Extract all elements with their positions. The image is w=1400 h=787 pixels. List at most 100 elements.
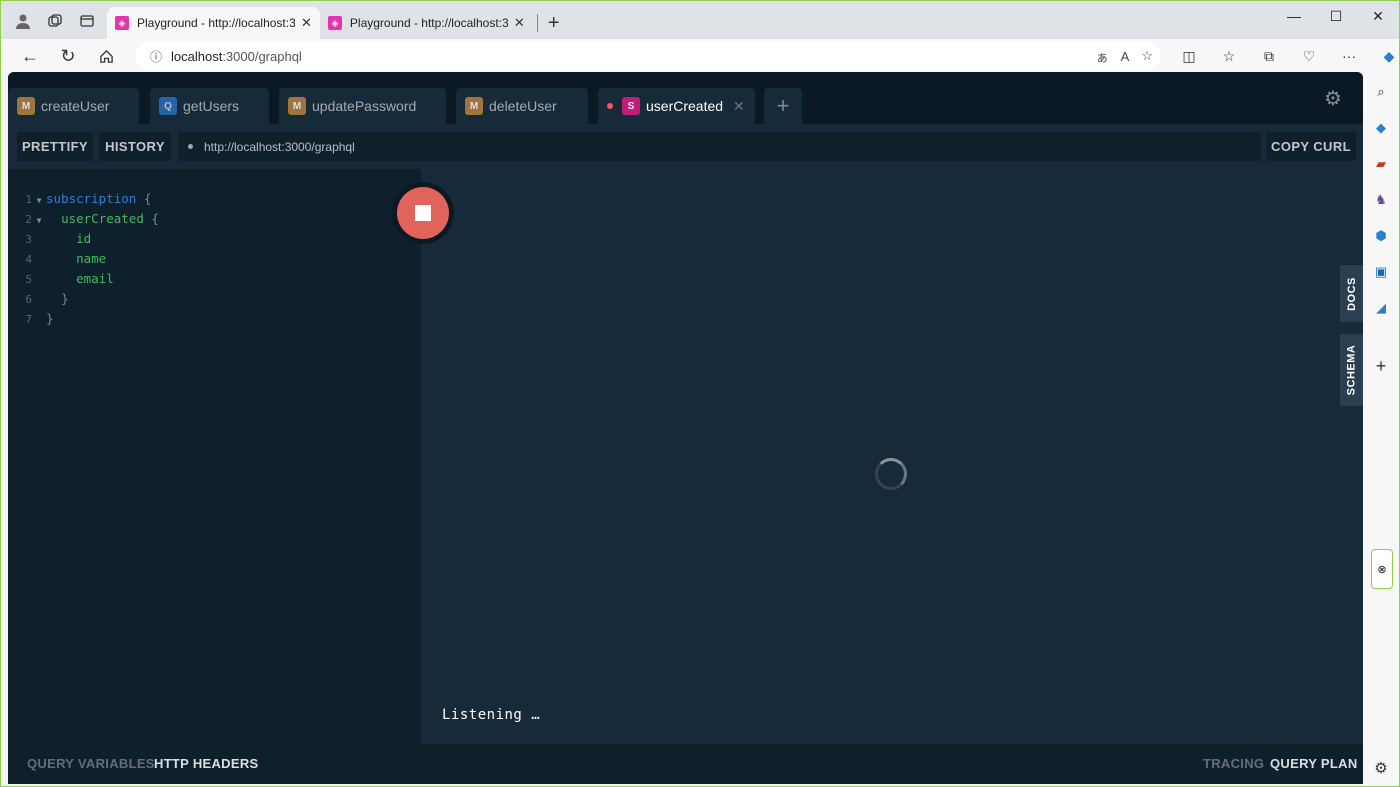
url-field[interactable]: ⓘ localhost:3000/graphql ぁ A ☆ [135, 42, 1161, 70]
shopping-icon[interactable]: ◆ [1372, 119, 1390, 137]
sidebar-settings-icon[interactable]: ⚙ [1372, 759, 1390, 777]
endpoint-url: http://localhost:3000/graphql [204, 139, 355, 154]
fold-icon[interactable]: ▼ [32, 191, 46, 211]
line-number: 5 [25, 273, 32, 286]
code-line: 2 ▼ userCreated { [8, 209, 159, 229]
tab-actions-icon[interactable] [71, 5, 103, 37]
endpoint-input[interactable]: http://localhost:3000/graphql [178, 132, 1261, 161]
brace: } [61, 291, 69, 306]
favorites-icon[interactable]: ☆ [1209, 48, 1249, 65]
code-line: 3 id [8, 229, 91, 249]
extension-badge-icon[interactable]: ⊗ [1371, 549, 1393, 589]
add-tab-icon[interactable]: + [764, 88, 802, 124]
connection-dot [188, 144, 193, 149]
profile-icon[interactable] [7, 5, 39, 37]
stop-subscription-button[interactable] [392, 182, 454, 244]
close-icon[interactable]: ✕ [733, 98, 745, 115]
line-number: 4 [25, 253, 32, 266]
line-number: 2 [25, 213, 32, 226]
mutation-badge: M [465, 97, 483, 115]
query-editor[interactable]: 1 ▼ subscription { 2 ▼ userCreated { 3 id 4… [8, 169, 421, 744]
line-number: 6 [25, 293, 32, 306]
favorite-star-icon[interactable]: ☆ [1141, 48, 1153, 64]
translate-icon[interactable]: ぁ [1096, 47, 1109, 66]
mutation-badge: M [288, 97, 306, 115]
url-host: localhost [171, 48, 223, 64]
tab-updatePassword[interactable]: M updatePassword [279, 88, 446, 124]
listening-status: Listening … [442, 707, 541, 723]
workspaces-icon[interactable] [39, 5, 71, 37]
mutation-badge: M [17, 97, 35, 115]
games-icon[interactable]: ♞ [1372, 191, 1390, 209]
address-bar: ← ↻ ⓘ localhost:3000/graphql ぁ A ☆ ◫ ☆ ⧉… [1, 39, 1399, 73]
site-info-icon[interactable]: ⓘ [141, 48, 171, 65]
split-screen-icon[interactable]: ◫ [1169, 48, 1209, 65]
tab-createUser[interactable]: M createUser [8, 88, 139, 124]
line-number: 1 [25, 193, 32, 206]
settings-gear-icon[interactable]: ⚙ [1324, 86, 1342, 111]
code-line: 6 } [8, 289, 69, 309]
tracing-tab[interactable]: TRACING [1203, 756, 1264, 771]
docs-tab[interactable]: DOCS [1340, 265, 1363, 322]
prettify-button[interactable]: PRETTIFY [17, 132, 93, 161]
query-plan-tab[interactable]: QUERY PLAN [1270, 756, 1358, 771]
window-controls: — ☐ ✕ [1273, 1, 1399, 31]
code-line: 1 ▼ subscription { [8, 189, 151, 209]
window-close-icon[interactable]: ✕ [1357, 1, 1399, 31]
stop-icon [415, 205, 431, 221]
search-icon[interactable]: ⌕ [1372, 83, 1390, 101]
query-variables-tab[interactable]: QUERY VARIABLES [27, 756, 155, 771]
docs-label: DOCS [1345, 276, 1358, 311]
read-aloud-icon[interactable]: A [1121, 49, 1130, 64]
loading-spinner-icon [875, 458, 907, 490]
more-options-icon[interactable]: ··· [1329, 48, 1369, 64]
http-headers-tab[interactable]: HTTP HEADERS [154, 756, 258, 771]
graphql-favicon-icon: ◈ [327, 16, 342, 30]
brace: { [151, 211, 159, 226]
browser-essentials-icon[interactable]: ♡ [1289, 48, 1329, 65]
close-tab-icon[interactable]: ✕ [301, 15, 312, 31]
graphql-playground: M createUser Q getUsers M updatePassword… [8, 72, 1363, 784]
schema-tab[interactable]: SCHEMA [1340, 334, 1363, 406]
history-button[interactable]: HISTORY [99, 132, 171, 161]
tab-deleteUser[interactable]: M deleteUser [456, 88, 588, 124]
maximize-icon[interactable]: ☐ [1315, 1, 1357, 31]
home-icon[interactable] [87, 41, 125, 71]
code-line: 5 email [8, 269, 113, 289]
tab-separator [536, 14, 538, 32]
back-icon[interactable]: ← [11, 41, 49, 71]
bottom-drawer-bar: QUERY VARIABLES HTTP HEADERS TRACING QUE… [8, 744, 1363, 784]
drop-icon[interactable]: ◢ [1372, 299, 1390, 317]
tab-label: createUser [41, 98, 110, 114]
close-tab-icon[interactable]: ✕ [514, 15, 525, 31]
schema-label: SCHEMA [1345, 344, 1358, 396]
stop-button-circle [397, 187, 449, 239]
fold-icon[interactable]: ▼ [32, 211, 46, 231]
collections-icon[interactable]: ⧉ [1249, 48, 1289, 65]
browser-tab-title: Playground - http://localhost:300 [137, 16, 295, 30]
browser-actions: ◫ ☆ ⧉ ♡ ··· ◆ [1169, 39, 1399, 73]
code-line: 7} [8, 309, 53, 329]
tab-label: userCreated [646, 98, 724, 114]
tools-icon[interactable]: ▰ [1372, 155, 1390, 173]
tab-label: deleteUser [489, 98, 557, 114]
browser-tab-active[interactable]: ◈ Playground - http://localhost:300 ✕ [107, 7, 320, 39]
browser-tab[interactable]: ◈ Playground - http://localhost:300 ✕ [320, 7, 533, 39]
microsoft-365-icon[interactable]: ⬢ [1372, 227, 1390, 245]
result-panel: Listening … [421, 169, 1363, 744]
tab-label: updatePassword [312, 98, 417, 114]
add-sidebar-app-icon[interactable]: + [1372, 356, 1390, 376]
playground-tab-bar: M createUser Q getUsers M updatePassword… [8, 72, 1363, 124]
omnibox-actions: ぁ A ☆ [1096, 42, 1153, 70]
query-badge: Q [159, 97, 177, 115]
copilot-icon[interactable]: ◆ [1369, 48, 1399, 65]
new-tab-icon[interactable]: + [548, 12, 560, 35]
copy-curl-button[interactable]: COPY CURL [1266, 132, 1356, 161]
refresh-icon[interactable]: ↻ [49, 41, 87, 71]
keyword: subscription [46, 191, 137, 206]
tab-getUsers[interactable]: Q getUsers [150, 88, 269, 124]
outlook-icon[interactable]: ▣ [1372, 263, 1390, 281]
minimize-icon[interactable]: — [1273, 1, 1315, 31]
tab-label: getUsers [183, 98, 240, 114]
tab-userCreated[interactable]: S userCreated ✕ [598, 88, 755, 124]
